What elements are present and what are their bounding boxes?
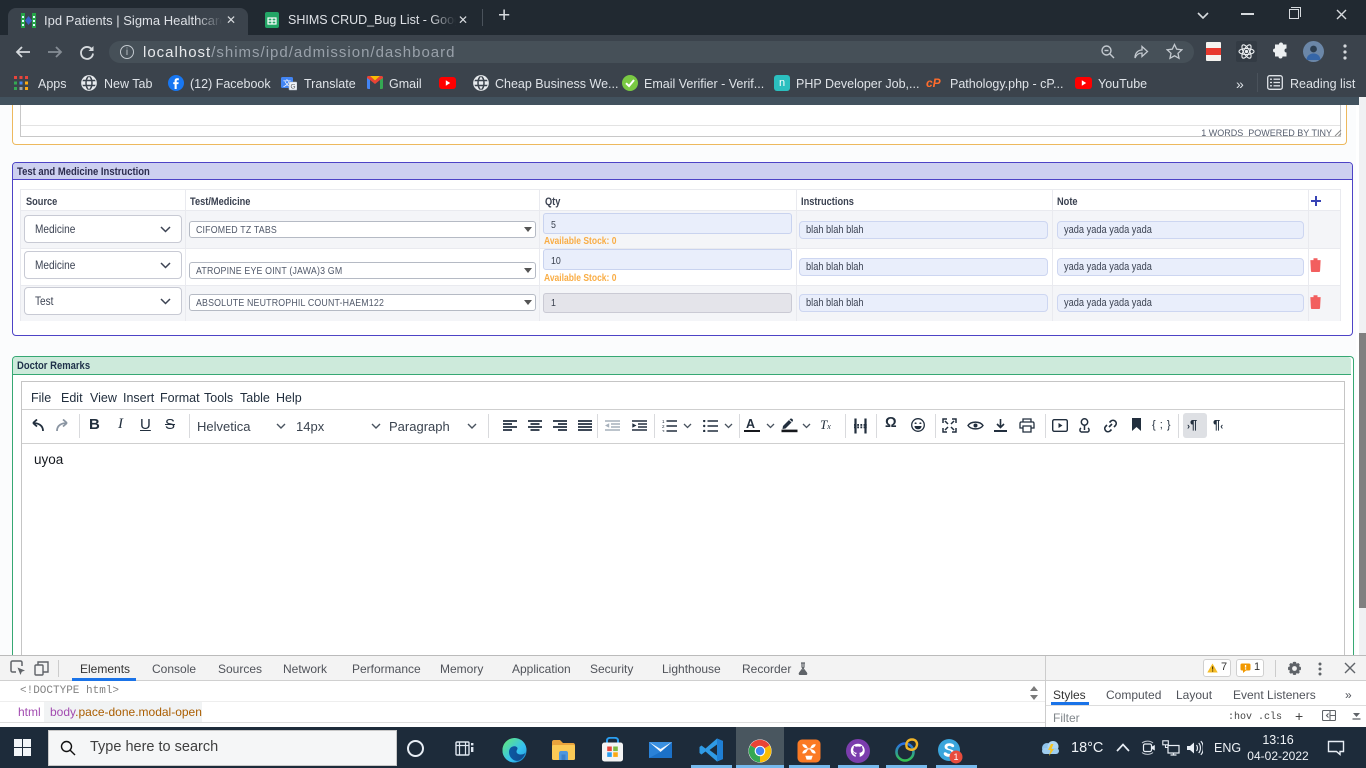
svg-text:G: G [290, 84, 295, 91]
svg-text:3: 3 [662, 429, 665, 432]
svg-text:1: 1 [953, 752, 958, 762]
